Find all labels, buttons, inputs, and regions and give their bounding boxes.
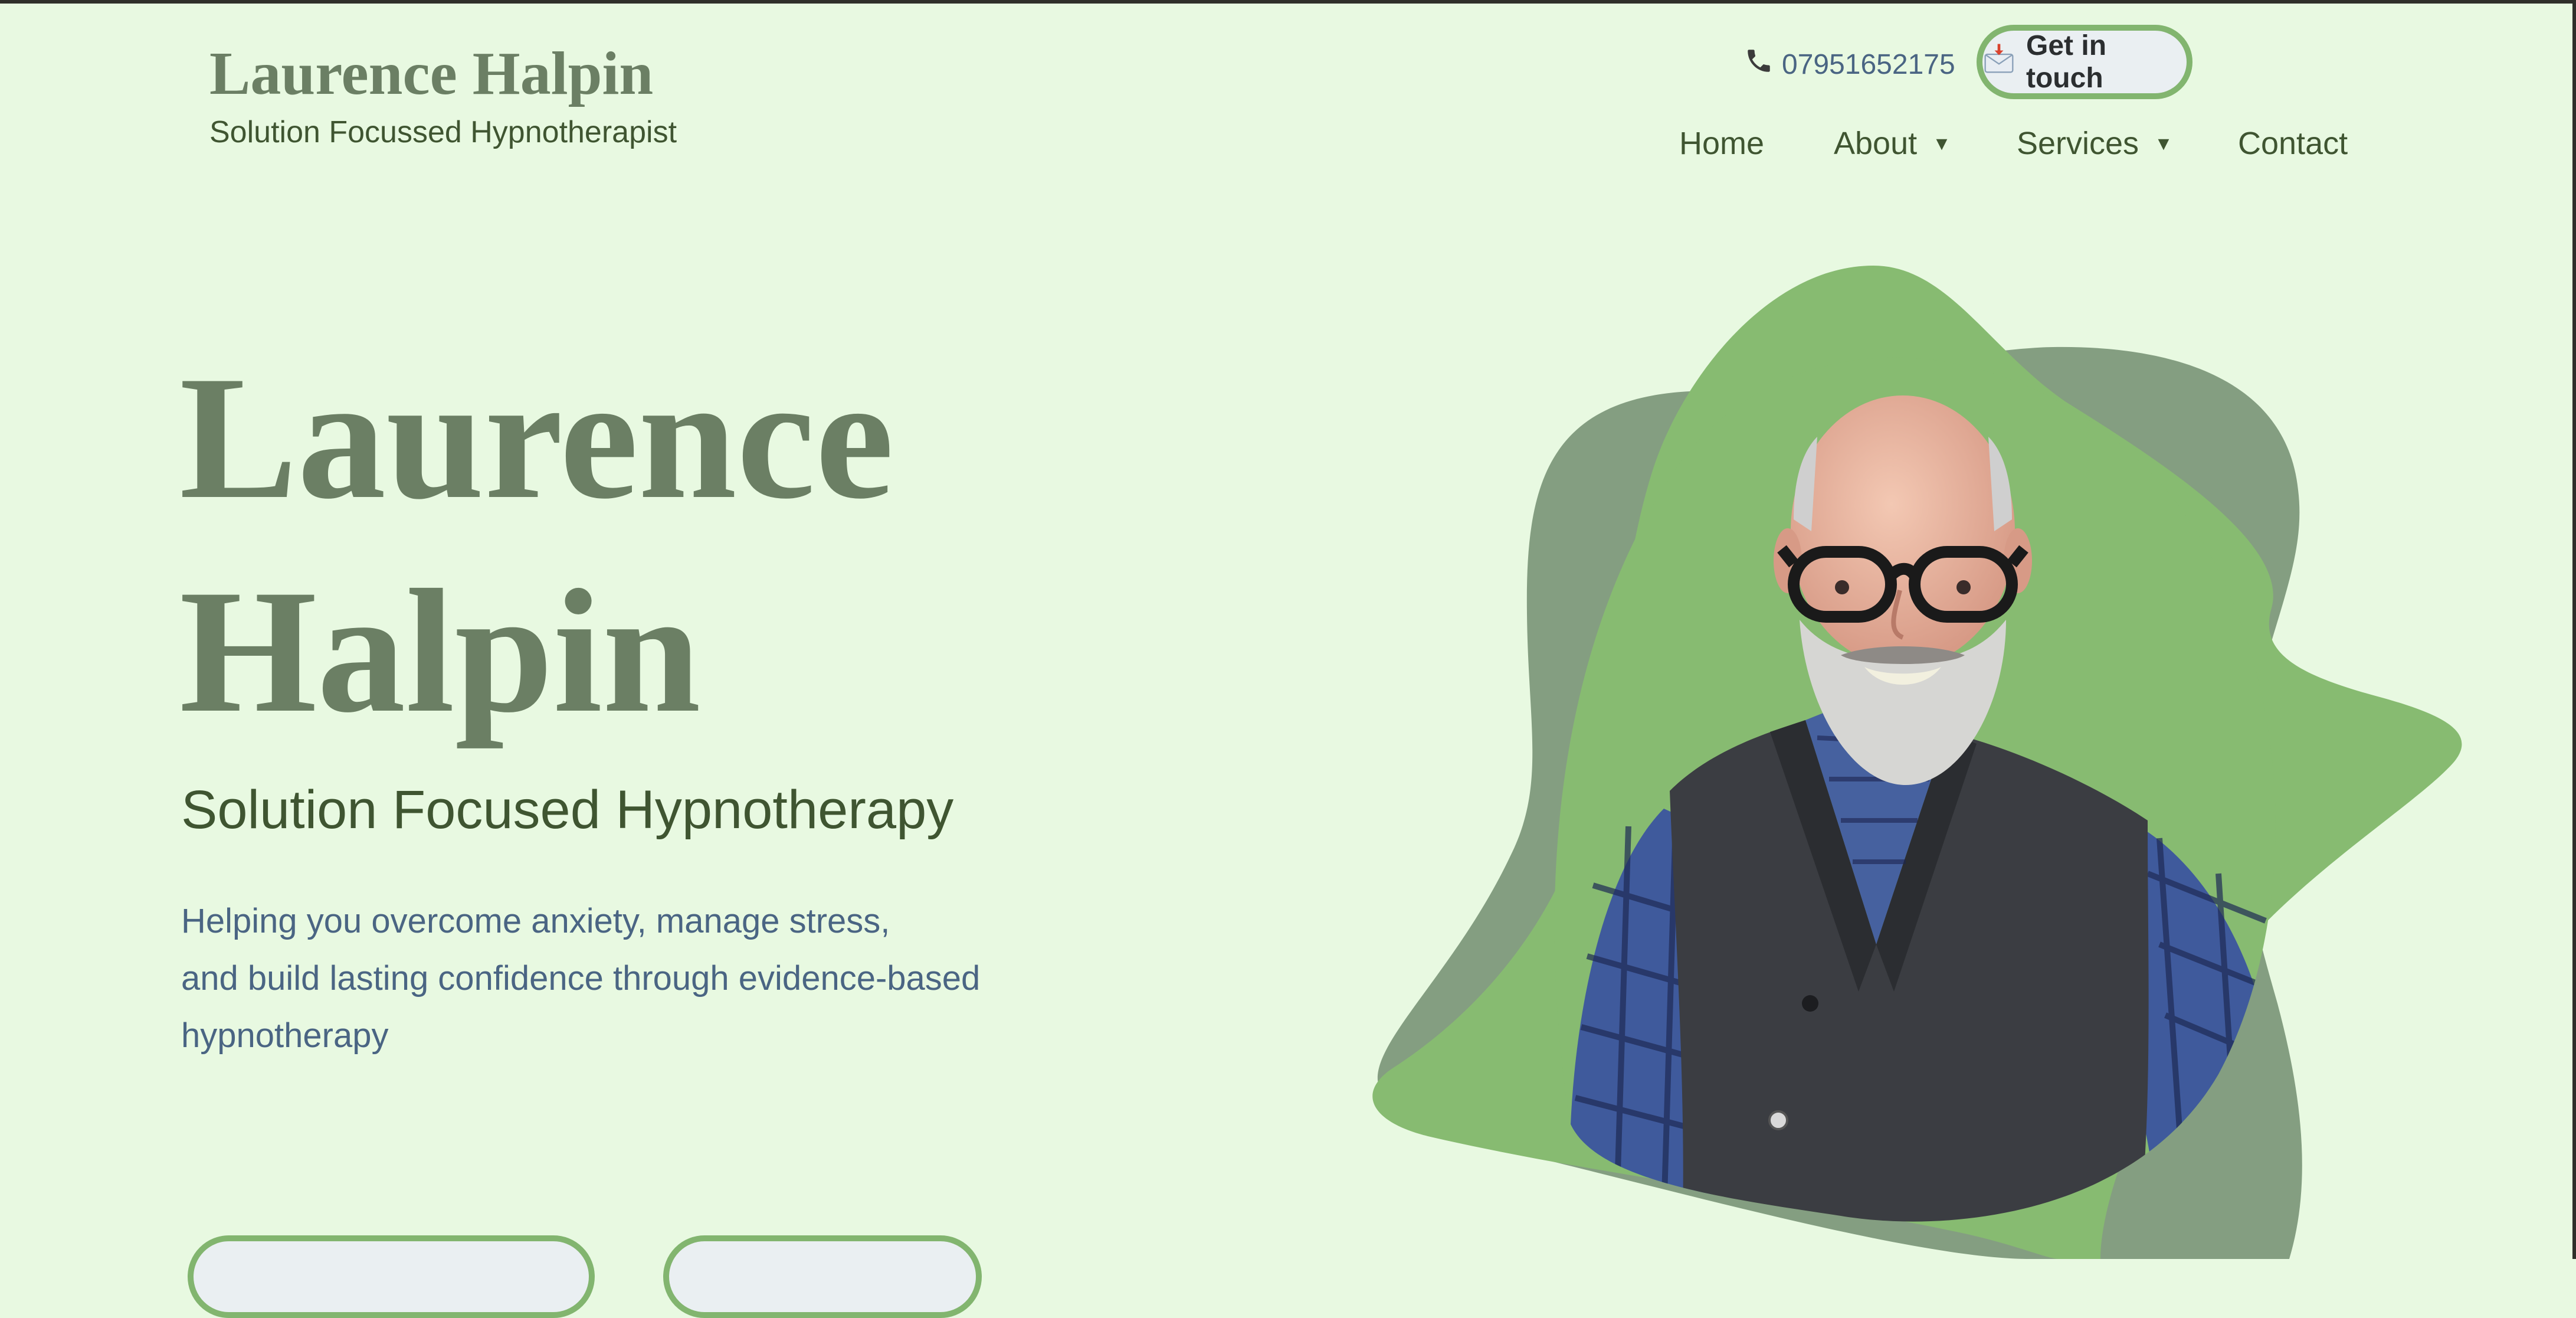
brand-name[interactable]: Laurence Halpin <box>209 40 677 107</box>
hero-description-line3: hypnotherapy <box>181 1016 389 1055</box>
nav-contact[interactable]: Contact <box>2238 125 2348 162</box>
hero-description-line2: and build lasting confidence through evi… <box>181 959 981 998</box>
nav-home-label: Home <box>1679 126 1765 161</box>
caret-down-icon: ▼ <box>2154 132 2173 154</box>
envelope-icon <box>1982 42 2015 82</box>
phone-icon <box>1744 46 1774 83</box>
hero-description-line1: Helping you overcome anxiety, manage str… <box>181 902 890 940</box>
brand-tagline: Solution Focussed Hypnotherapist <box>209 115 677 150</box>
phone-number: 07951652175 <box>1782 48 1955 80</box>
hero-title: Laurence Halpin <box>179 331 894 758</box>
get-in-touch-label: Get in touch <box>2026 30 2107 94</box>
nav-services-label: Services <box>2017 126 2139 161</box>
nav-about-label: About <box>1834 126 1918 161</box>
nav-about[interactable]: About ▼ <box>1834 125 1951 162</box>
hero-subtitle: Solution Focused Hypnotherapy <box>181 780 954 840</box>
brand[interactable]: Laurence Halpin Solution Focussed Hypnot… <box>209 40 677 150</box>
nav-services[interactable]: Services ▼ <box>2017 125 2173 162</box>
hero-primary-button[interactable] <box>188 1235 595 1318</box>
caret-down-icon: ▼ <box>1932 132 1951 154</box>
hero-title-line2: Halpin <box>179 553 701 749</box>
phone-link[interactable]: 07951652175 <box>1744 46 1955 83</box>
hero-description: Helping you overcome anxiety, manage str… <box>181 892 1066 1064</box>
get-in-touch-button[interactable]: Get in touch <box>1977 25 2192 99</box>
hero-secondary-button[interactable] <box>663 1235 982 1318</box>
nav-home[interactable]: Home <box>1679 125 1764 162</box>
nav-contact-label: Contact <box>2238 126 2348 161</box>
hero-title-line1: Laurence <box>179 339 894 535</box>
